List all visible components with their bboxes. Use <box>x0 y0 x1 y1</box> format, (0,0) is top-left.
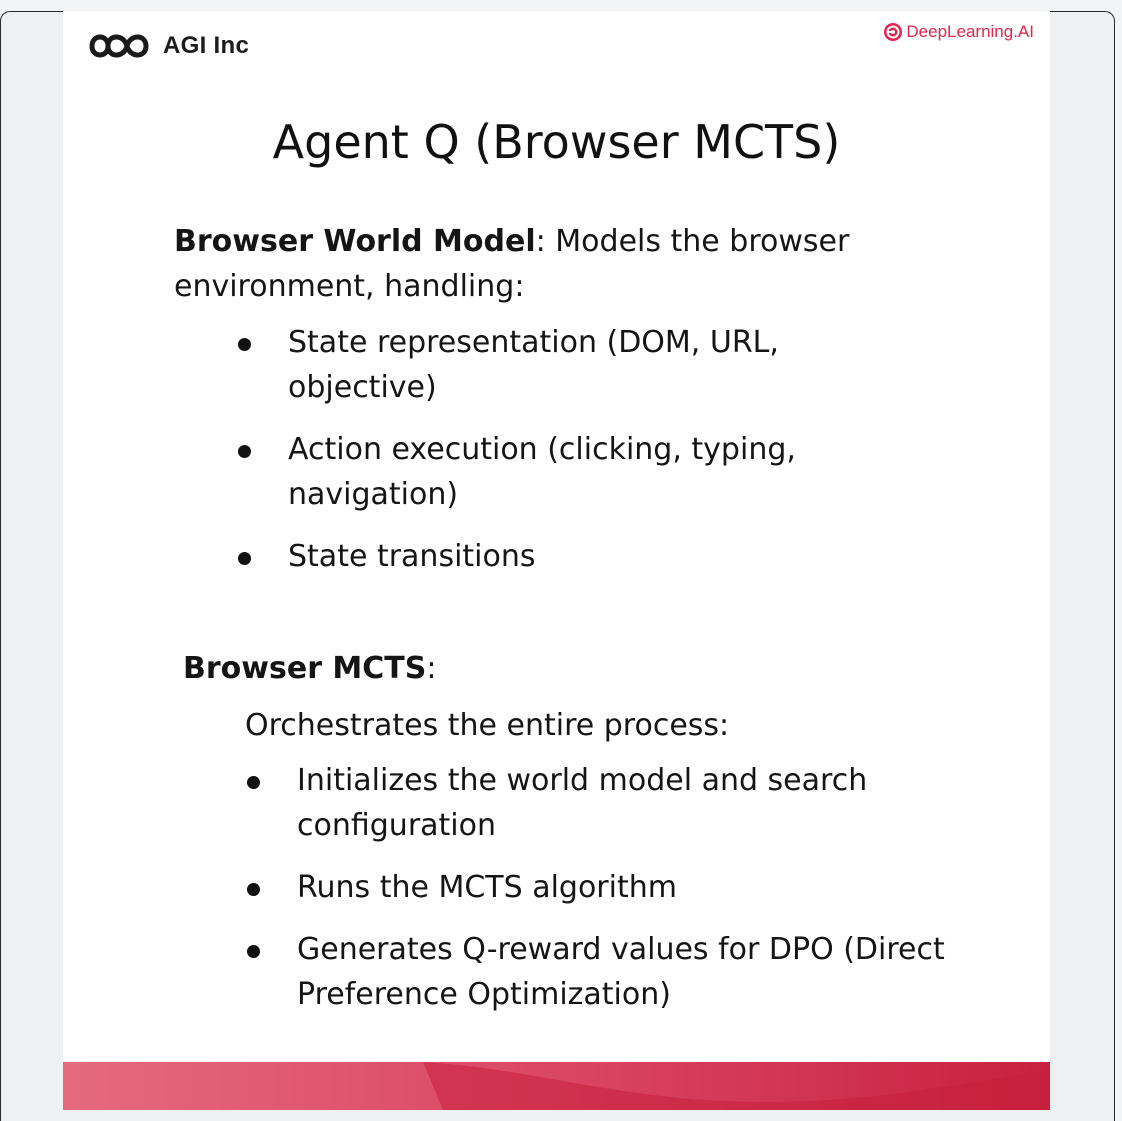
section-mcts-title: Browser MCTS <box>183 651 427 686</box>
deeplearning-logo: DeepLearning.AI <box>883 22 1034 42</box>
bullet-dot-icon <box>238 552 251 565</box>
list-item: Generates Q-reward values for DPO (Direc… <box>247 927 947 1017</box>
mcts-bullet-list: Initializes the world model and search c… <box>247 758 947 1034</box>
infinity-icon <box>89 34 149 58</box>
deeplearning-logo-icon <box>884 23 903 41</box>
section-mcts-intro: Orchestrates the entire process: <box>245 708 730 743</box>
world-model-bullet-list: State representation (DOM, URL, objectiv… <box>238 320 858 596</box>
section-mcts-heading: Browser MCTS: <box>183 646 943 691</box>
bullet-dot-icon <box>247 945 260 958</box>
deeplearning-logo-text: DeepLearning.AI <box>906 22 1034 41</box>
list-item: Runs the MCTS algorithm <box>247 865 947 910</box>
section-mcts-colon: : <box>426 651 437 686</box>
footer-decorative-band <box>63 1062 1050 1110</box>
list-item-text: Action execution (clicking, typing, navi… <box>288 432 796 512</box>
bullet-dot-icon <box>247 776 260 789</box>
bullet-dot-icon <box>238 445 251 458</box>
list-item-text: Runs the MCTS algorithm <box>297 870 677 905</box>
list-item: Action execution (clicking, typing, navi… <box>238 427 858 517</box>
list-item-text: Initializes the world model and search c… <box>297 763 868 843</box>
list-item-text: State transitions <box>288 539 536 574</box>
list-item: State representation (DOM, URL, objectiv… <box>238 320 858 410</box>
bullet-dot-icon <box>247 883 260 896</box>
list-item: State transitions <box>238 534 858 579</box>
section-world-model-title: Browser World Model <box>174 224 536 259</box>
bullet-dot-icon <box>238 338 251 351</box>
agi-logo: AGI Inc <box>81 29 249 63</box>
agi-logo-text: AGI Inc <box>163 32 250 59</box>
slide: AGI Inc DeepLearning.AI Agent Q (Browser… <box>63 11 1050 1110</box>
section-world-model-heading: Browser World Model: Models the browser … <box>174 219 934 309</box>
list-item-text: State representation (DOM, URL, objectiv… <box>288 325 779 405</box>
list-item-text: Generates Q-reward values for DPO (Direc… <box>297 932 945 1012</box>
list-item: Initializes the world model and search c… <box>247 758 947 848</box>
slide-title: Agent Q (Browser MCTS) <box>272 115 841 169</box>
